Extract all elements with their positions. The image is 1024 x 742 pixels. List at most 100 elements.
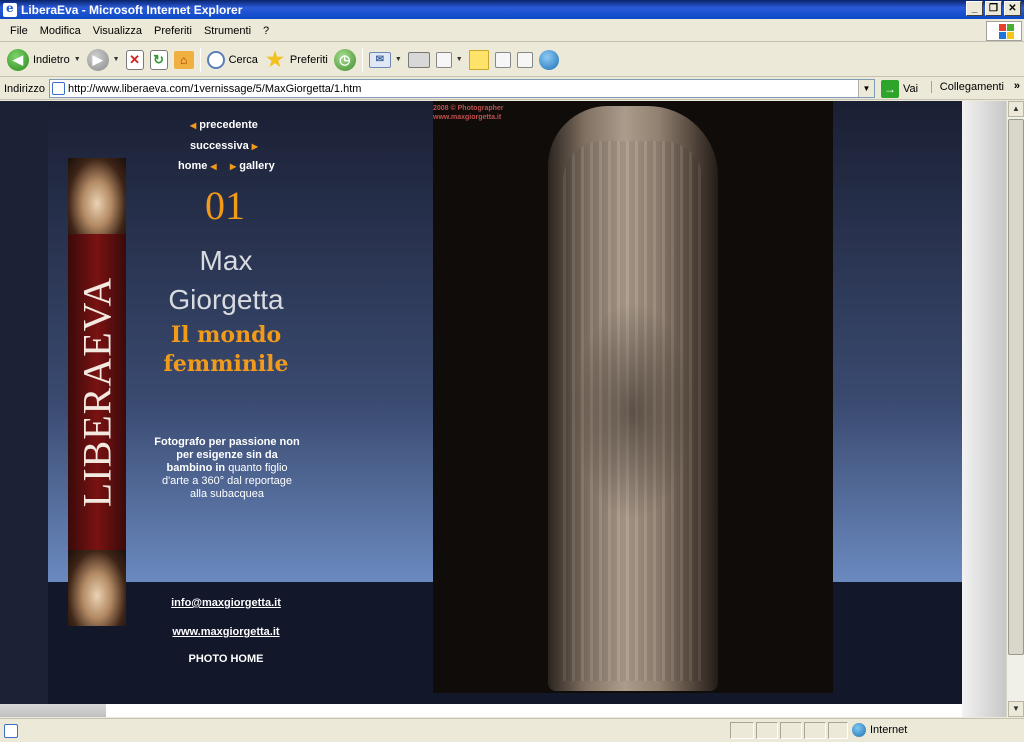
menu-bar: File Modifica Visualizza Preferiti Strum… — [0, 20, 1024, 42]
triangle-right-icon: ▶ — [230, 162, 237, 171]
scroll-thumb[interactable] — [1008, 119, 1024, 655]
address-bar: Indirizzo http://www.liberaeva.com/1vern… — [0, 78, 1024, 100]
status-bar: Internet — [0, 718, 1024, 742]
search-icon — [206, 50, 225, 69]
mail-icon: ✉ — [368, 51, 391, 68]
banner-title: LIBERAEVA — [74, 276, 120, 508]
search-button[interactable]: Cerca — [204, 46, 261, 74]
menu-modifica[interactable]: Modifica — [34, 25, 87, 37]
nav-gallery-link[interactable]: ▶ gallery — [230, 160, 275, 172]
toolbar: ◀ Indietro ▼ ▶ ▼ ✕ ↻ ⌂ Cerca ★ Preferiti… — [0, 43, 1024, 77]
research-button[interactable] — [492, 46, 514, 74]
go-button[interactable]: → Vai — [880, 79, 918, 98]
close-button[interactable]: ✕ — [1004, 1, 1021, 16]
links-button[interactable]: Collegamenti — [930, 81, 1004, 93]
note-icon — [468, 49, 489, 70]
star-icon: ★ — [265, 49, 284, 71]
vertical-scrollbar[interactable]: ▲ ▼ — [1006, 101, 1024, 717]
page-bottom-left-margin — [0, 704, 106, 717]
chevron-down-icon[interactable]: ▼ — [74, 56, 81, 63]
ie-icon — [3, 1, 17, 17]
back-label: Indietro — [33, 53, 70, 66]
chevron-down-icon[interactable]: ▼ — [456, 56, 463, 63]
artist-name: Max Giorgetta — [148, 241, 304, 319]
address-dropdown-icon[interactable]: ▼ — [857, 80, 874, 97]
page-right-margin — [962, 101, 1006, 717]
edit-icon — [435, 51, 452, 68]
photo-credit-line-1: 2008 © Photographer — [433, 105, 504, 112]
page-status-icon — [4, 723, 18, 738]
menu-preferiti[interactable]: Preferiti — [148, 25, 198, 37]
liberaeva-banner: LIBERAEVA — [68, 158, 126, 626]
zone-label: Internet — [870, 724, 908, 736]
scroll-down-icon[interactable]: ▼ — [1008, 701, 1024, 717]
security-zone: Internet — [852, 723, 907, 737]
main-photo[interactable]: 2008 © Photographer www.maxgiorgetta.it — [433, 101, 833, 693]
chevron-down-icon[interactable]: ▼ — [395, 56, 402, 63]
printer-icon — [407, 51, 430, 68]
status-cell — [804, 722, 826, 739]
nav-home-link[interactable]: home ◀ — [178, 160, 217, 172]
page-content: LIBERAEVA ◀ precedente successiva ▶ home… — [48, 101, 962, 704]
nav-previous-label: precedente — [199, 119, 258, 131]
messenger-button[interactable] — [536, 46, 562, 74]
photo-credit-line-2: www.maxgiorgetta.it — [433, 114, 502, 121]
favorites-button[interactable]: ★ Preferiti — [261, 46, 331, 74]
nav-previous-link[interactable]: ◀ precedente — [190, 119, 258, 131]
status-cell — [730, 722, 754, 739]
refresh-icon: ↻ — [149, 49, 168, 70]
nav-next-link[interactable]: successiva ▶ — [190, 140, 258, 152]
stop-icon: ✕ — [125, 49, 144, 70]
back-arrow-icon: ◀ — [7, 48, 29, 71]
address-input[interactable]: http://www.liberaeva.com/1vernissage/5/M… — [48, 79, 875, 98]
discuss-button[interactable] — [466, 46, 492, 74]
photo-home-link[interactable]: PHOTO HOME — [148, 653, 304, 665]
window-title: LiberaEva - Microsoft Internet Explorer — [21, 2, 243, 17]
print-button[interactable] — [405, 46, 433, 74]
refresh-button[interactable]: ↻ — [147, 46, 171, 74]
chevron-down-icon[interactable]: ▼ — [113, 56, 120, 63]
address-label: Indirizzo — [4, 82, 45, 95]
artist-first-name: Max — [199, 245, 253, 276]
menu-strumenti[interactable]: Strumenti — [198, 25, 257, 37]
artist-last-name: Giorgetta — [168, 284, 284, 315]
photo-credit: 2008 © Photographer www.maxgiorgetta.it — [433, 104, 504, 122]
website-link[interactable]: www.maxgiorgetta.it — [148, 626, 304, 638]
mail-button[interactable]: ✉ ▼ — [366, 46, 405, 74]
forward-arrow-icon: ▶ — [86, 48, 109, 71]
toolbar-separator — [199, 47, 201, 72]
exhibit-subtitle: Il mondo femminile — [148, 321, 304, 379]
photo-shade — [573, 301, 693, 521]
media-button[interactable] — [514, 46, 536, 74]
page-icon — [51, 82, 65, 95]
toolbar-separator — [361, 47, 363, 72]
content-viewport: LIBERAEVA ◀ precedente successiva ▶ home… — [0, 101, 1006, 717]
menu-file[interactable]: File — [4, 25, 34, 37]
minimize-button[interactable]: _ — [966, 1, 983, 16]
stop-button[interactable]: ✕ — [123, 46, 147, 74]
globe-icon — [852, 723, 866, 737]
windows-logo-icon — [986, 21, 1022, 41]
menu-help[interactable]: ? — [257, 25, 275, 37]
page-left-margin — [0, 101, 48, 704]
status-cell — [756, 722, 778, 739]
forward-button[interactable]: ▶ ▼ — [84, 46, 123, 74]
home-icon: ⌂ — [173, 50, 194, 69]
scroll-up-icon[interactable]: ▲ — [1008, 101, 1024, 117]
email-link[interactable]: info@maxgiorgetta.it — [148, 597, 304, 609]
history-button[interactable]: ◷ — [331, 46, 359, 74]
edit-button[interactable]: ▼ — [433, 46, 466, 74]
exhibit-number: 01 — [205, 183, 245, 228]
home-button[interactable]: ⌂ — [171, 46, 197, 74]
links-chevron-icon[interactable]: » — [1014, 80, 1020, 92]
status-cell — [828, 722, 848, 739]
menu-visualizza[interactable]: Visualizza — [87, 25, 148, 37]
back-button[interactable]: ◀ Indietro ▼ — [4, 46, 84, 74]
banner-photo-bottom — [68, 550, 126, 626]
page-bottom-margin — [106, 704, 962, 717]
title-bar: LiberaEva - Microsoft Internet Explorer … — [0, 0, 1024, 19]
restore-button[interactable]: ❐ — [985, 1, 1002, 16]
nav-next-label: successiva — [190, 140, 249, 152]
address-url: http://www.liberaeva.com/1vernissage/5/M… — [67, 82, 362, 95]
research-icon — [494, 51, 511, 68]
